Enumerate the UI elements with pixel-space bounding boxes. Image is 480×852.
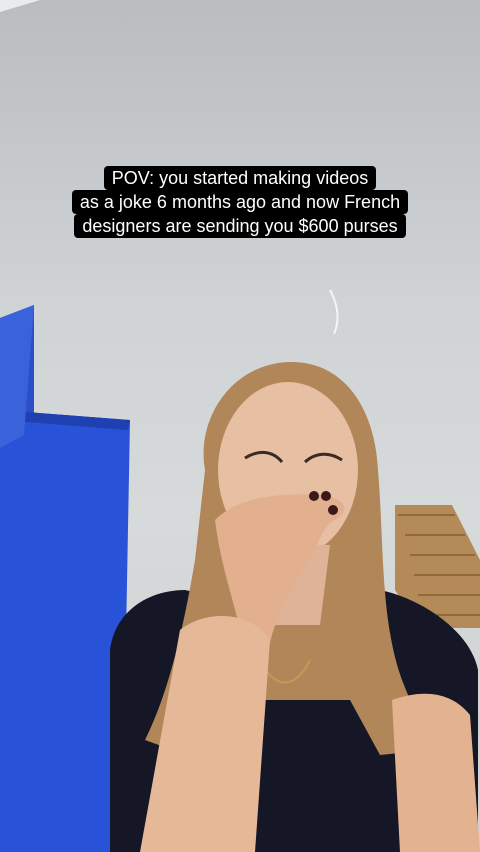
video-frame: POV: you started making videos as a joke… [0, 0, 480, 852]
caption-line-3: designers are sending you $600 purses [74, 214, 406, 238]
ceiling-corner [0, 0, 40, 12]
video-still [0, 0, 480, 852]
caption-line-2: as a joke 6 months ago and now French [71, 190, 409, 214]
ceiling-wire [329, 289, 339, 335]
caption-line-1: POV: you started making videos [103, 166, 377, 190]
video-caption: POV: you started making videos as a joke… [0, 166, 480, 238]
right-arm [392, 693, 480, 852]
